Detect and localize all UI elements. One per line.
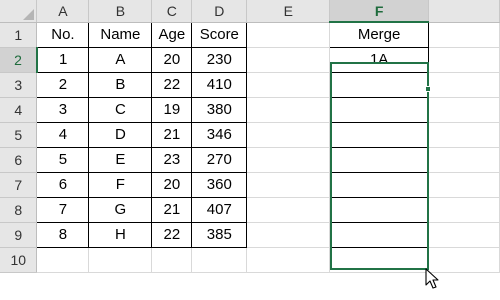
cell[interactable] — [246, 172, 331, 198]
column-header-a[interactable]: A — [36, 0, 90, 23]
merge-cell[interactable] — [329, 96, 430, 123]
table-cell[interactable]: 20 — [151, 171, 193, 198]
cell[interactable] — [246, 97, 331, 123]
row-header-10[interactable]: 10 — [0, 247, 38, 273]
cell[interactable] — [191, 247, 248, 273]
column-header-b[interactable]: B — [88, 0, 153, 23]
column-header-c[interactable]: C — [151, 0, 193, 23]
table-cell[interactable]: 360 — [191, 171, 248, 198]
merge-cell[interactable] — [329, 121, 430, 148]
table-cell[interactable]: B — [88, 71, 153, 98]
table-cell[interactable]: 2 — [36, 71, 90, 98]
table-cell[interactable]: 20 — [151, 46, 193, 73]
table-cell[interactable]: 3 — [36, 96, 90, 123]
row-header-6[interactable]: 6 — [0, 147, 38, 173]
merge-cell[interactable] — [329, 146, 430, 173]
cell[interactable] — [428, 22, 500, 48]
row-header-7[interactable]: 7 — [0, 172, 38, 198]
cell[interactable] — [428, 47, 500, 73]
row-header-4[interactable]: 4 — [0, 97, 38, 123]
table-cell[interactable]: 8 — [36, 221, 90, 248]
table-cell[interactable]: 7 — [36, 196, 90, 223]
cell[interactable] — [329, 247, 430, 273]
table-cell[interactable]: 407 — [191, 196, 248, 223]
row-header-1[interactable]: 1 — [0, 22, 38, 48]
cell[interactable] — [246, 197, 331, 223]
table-cell[interactable]: 380 — [191, 96, 248, 123]
cell[interactable] — [428, 72, 500, 98]
row-header-5[interactable]: 5 — [0, 122, 38, 148]
table-cell[interactable]: 22 — [151, 221, 193, 248]
cell[interactable] — [428, 172, 500, 198]
cell[interactable] — [88, 247, 153, 273]
cell[interactable] — [246, 122, 331, 148]
cell[interactable] — [151, 247, 193, 273]
mouse-pointer-icon — [425, 268, 439, 289]
spreadsheet-grid: A B C D E F 1 No. Name Age Score Merge 2… — [0, 0, 500, 273]
table-cell[interactable]: 410 — [191, 71, 248, 98]
table-cell[interactable]: 230 — [191, 46, 248, 73]
table-cell[interactable]: A — [88, 46, 153, 73]
merge-cell[interactable] — [329, 221, 430, 248]
select-all-button[interactable] — [0, 0, 38, 23]
cell[interactable] — [246, 47, 331, 73]
merge-header-cell[interactable]: Merge — [329, 21, 430, 48]
header-cell-name[interactable]: Name — [88, 21, 153, 48]
table-cell[interactable]: 4 — [36, 121, 90, 148]
table-cell[interactable]: 21 — [151, 121, 193, 148]
header-cell-no[interactable]: No. — [36, 21, 90, 48]
header-cell-score[interactable]: Score — [191, 21, 248, 48]
column-header-blank — [428, 0, 500, 23]
cell[interactable] — [246, 72, 331, 98]
table-cell[interactable]: F — [88, 171, 153, 198]
cell[interactable] — [428, 197, 500, 223]
fill-handle[interactable] — [425, 86, 431, 92]
merge-cell[interactable] — [329, 71, 430, 98]
column-header-f[interactable]: F — [329, 0, 430, 23]
table-cell[interactable]: D — [88, 121, 153, 148]
row-header-9[interactable]: 9 — [0, 222, 38, 248]
table-cell[interactable]: 19 — [151, 96, 193, 123]
table-cell[interactable]: 6 — [36, 171, 90, 198]
row-header-3[interactable]: 3 — [0, 72, 38, 98]
table-cell[interactable]: 5 — [36, 146, 90, 173]
cell[interactable] — [428, 147, 500, 173]
table-cell[interactable]: 270 — [191, 146, 248, 173]
cell[interactable] — [246, 147, 331, 173]
header-cell-age[interactable]: Age — [151, 21, 193, 48]
cell[interactable] — [246, 22, 331, 48]
merge-cell[interactable] — [329, 196, 430, 223]
row-header-8[interactable]: 8 — [0, 197, 38, 223]
column-header-e[interactable]: E — [246, 0, 331, 23]
cell[interactable] — [246, 247, 331, 273]
row-header-2[interactable]: 2 — [0, 47, 38, 73]
table-cell[interactable]: G — [88, 196, 153, 223]
column-header-d[interactable]: D — [191, 0, 248, 23]
table-cell[interactable]: C — [88, 96, 153, 123]
cell[interactable] — [428, 97, 500, 123]
table-cell[interactable]: 1 — [36, 46, 90, 73]
table-cell[interactable]: E — [88, 146, 153, 173]
cell[interactable] — [246, 222, 331, 248]
cell[interactable] — [428, 122, 500, 148]
cell[interactable] — [36, 247, 90, 273]
cell[interactable] — [428, 222, 500, 248]
table-cell[interactable]: H — [88, 221, 153, 248]
table-cell[interactable]: 23 — [151, 146, 193, 173]
table-cell[interactable]: 22 — [151, 71, 193, 98]
select-all-triangle-icon — [23, 8, 35, 20]
merge-cell[interactable] — [329, 171, 430, 198]
table-cell[interactable]: 385 — [191, 221, 248, 248]
table-cell[interactable]: 21 — [151, 196, 193, 223]
active-cell-f2[interactable]: 1A — [329, 46, 430, 73]
table-cell[interactable]: 346 — [191, 121, 248, 148]
